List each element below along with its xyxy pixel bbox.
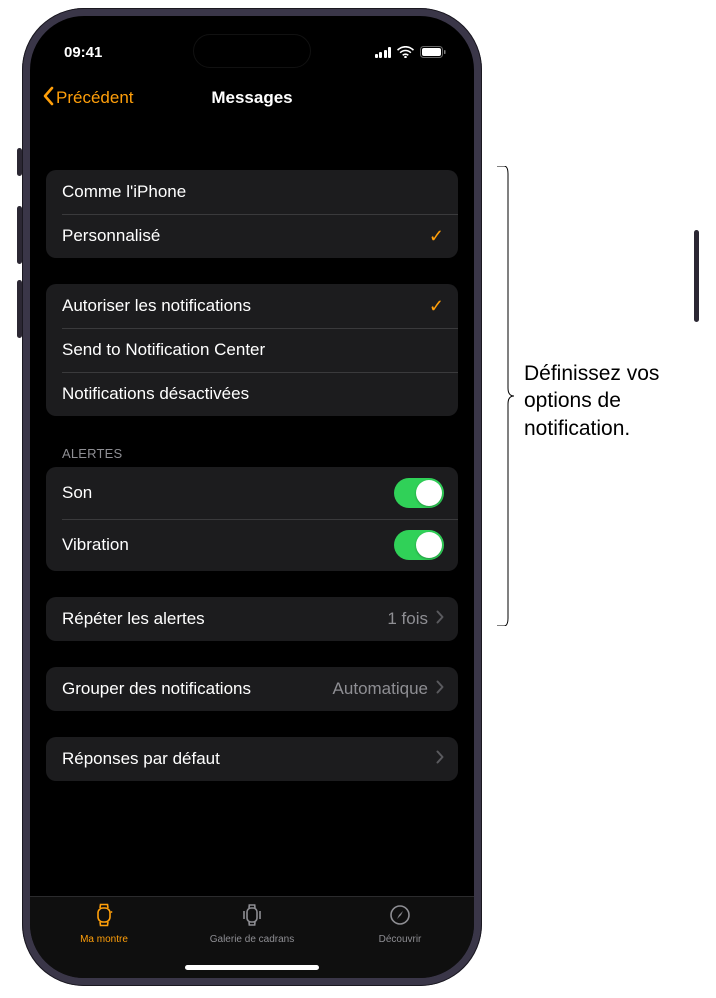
row-value: Automatique — [333, 679, 428, 699]
tab-label: Découvrir — [379, 934, 422, 945]
row-repeat-alerts[interactable]: Répéter les alertes 1 fois — [46, 597, 458, 641]
row-custom[interactable]: Personnalisé ✓ — [46, 214, 458, 258]
default-replies-group: Réponses par défaut — [46, 737, 458, 781]
checkmark-icon: ✓ — [429, 297, 444, 315]
navigation-bar: Précédent Messages — [30, 76, 474, 120]
haptic-toggle[interactable] — [394, 530, 444, 560]
row-label: Réponses par défaut — [62, 749, 220, 769]
row-label: Répéter les alertes — [62, 609, 205, 629]
status-icons — [375, 46, 447, 58]
allow-group: Autoriser les notifications ✓ Send to No… — [46, 284, 458, 416]
repeat-group: Répéter les alertes 1 fois — [46, 597, 458, 641]
chevron-right-icon — [436, 679, 444, 699]
row-label: Send to Notification Center — [62, 340, 265, 360]
row-mirror-iphone[interactable]: Comme l'iPhone — [46, 170, 458, 214]
row-notifications-off[interactable]: Notifications désactivées — [46, 372, 458, 416]
row-label: Vibration — [62, 535, 129, 555]
row-label: Notifications désactivées — [62, 384, 249, 404]
grouping-group: Grouper des notifications Automatique — [46, 667, 458, 711]
tab-label: Ma montre — [80, 934, 128, 945]
callout-bracket — [496, 166, 514, 626]
row-send-notification-center[interactable]: Send to Notification Center — [46, 328, 458, 372]
wifi-icon — [397, 46, 414, 58]
row-label: Son — [62, 483, 92, 503]
row-default-replies[interactable]: Réponses par défaut — [46, 737, 458, 781]
row-haptic: Vibration — [46, 519, 458, 571]
mirror-group: Comme l'iPhone Personnalisé ✓ — [46, 170, 458, 258]
cellular-signal-icon — [375, 47, 392, 58]
row-notification-grouping[interactable]: Grouper des notifications Automatique — [46, 667, 458, 711]
chevron-right-icon — [436, 609, 444, 629]
callout-text: Définissez vos options de notification. — [524, 360, 704, 442]
sound-toggle[interactable] — [394, 478, 444, 508]
battery-icon — [420, 46, 446, 58]
back-label: Précédent — [56, 88, 134, 108]
row-allow-notifications[interactable]: Autoriser les notifications ✓ — [46, 284, 458, 328]
row-value: 1 fois — [387, 609, 428, 629]
home-indicator[interactable] — [185, 965, 319, 970]
watch-icon — [91, 903, 117, 930]
phone-power-button — [694, 230, 699, 322]
phone-screen: 09:41 Précédent Messages — [30, 16, 474, 978]
row-label: Autoriser les notifications — [62, 296, 251, 316]
dynamic-island — [193, 34, 311, 68]
page-title: Messages — [211, 88, 292, 108]
compass-icon — [387, 903, 413, 930]
row-label: Comme l'iPhone — [62, 182, 186, 202]
alerts-group: Son Vibration — [46, 467, 458, 571]
alerts-section-header: ALERTES — [62, 446, 458, 461]
row-sound: Son — [46, 467, 458, 519]
settings-content[interactable]: Comme l'iPhone Personnalisé ✓ Autoriser … — [30, 120, 474, 896]
row-label: Personnalisé — [62, 226, 160, 246]
chevron-right-icon — [436, 749, 444, 769]
checkmark-icon: ✓ — [429, 227, 444, 245]
gallery-icon — [239, 903, 265, 930]
back-button[interactable]: Précédent — [42, 86, 134, 111]
tab-my-watch[interactable]: Ma montre — [30, 903, 178, 978]
phone-frame: 09:41 Précédent Messages — [22, 8, 482, 986]
row-label: Grouper des notifications — [62, 679, 251, 699]
chevron-left-icon — [42, 86, 54, 111]
tab-discover[interactable]: Découvrir — [326, 903, 474, 978]
status-time: 09:41 — [64, 44, 102, 61]
tab-label: Galerie de cadrans — [210, 934, 295, 945]
